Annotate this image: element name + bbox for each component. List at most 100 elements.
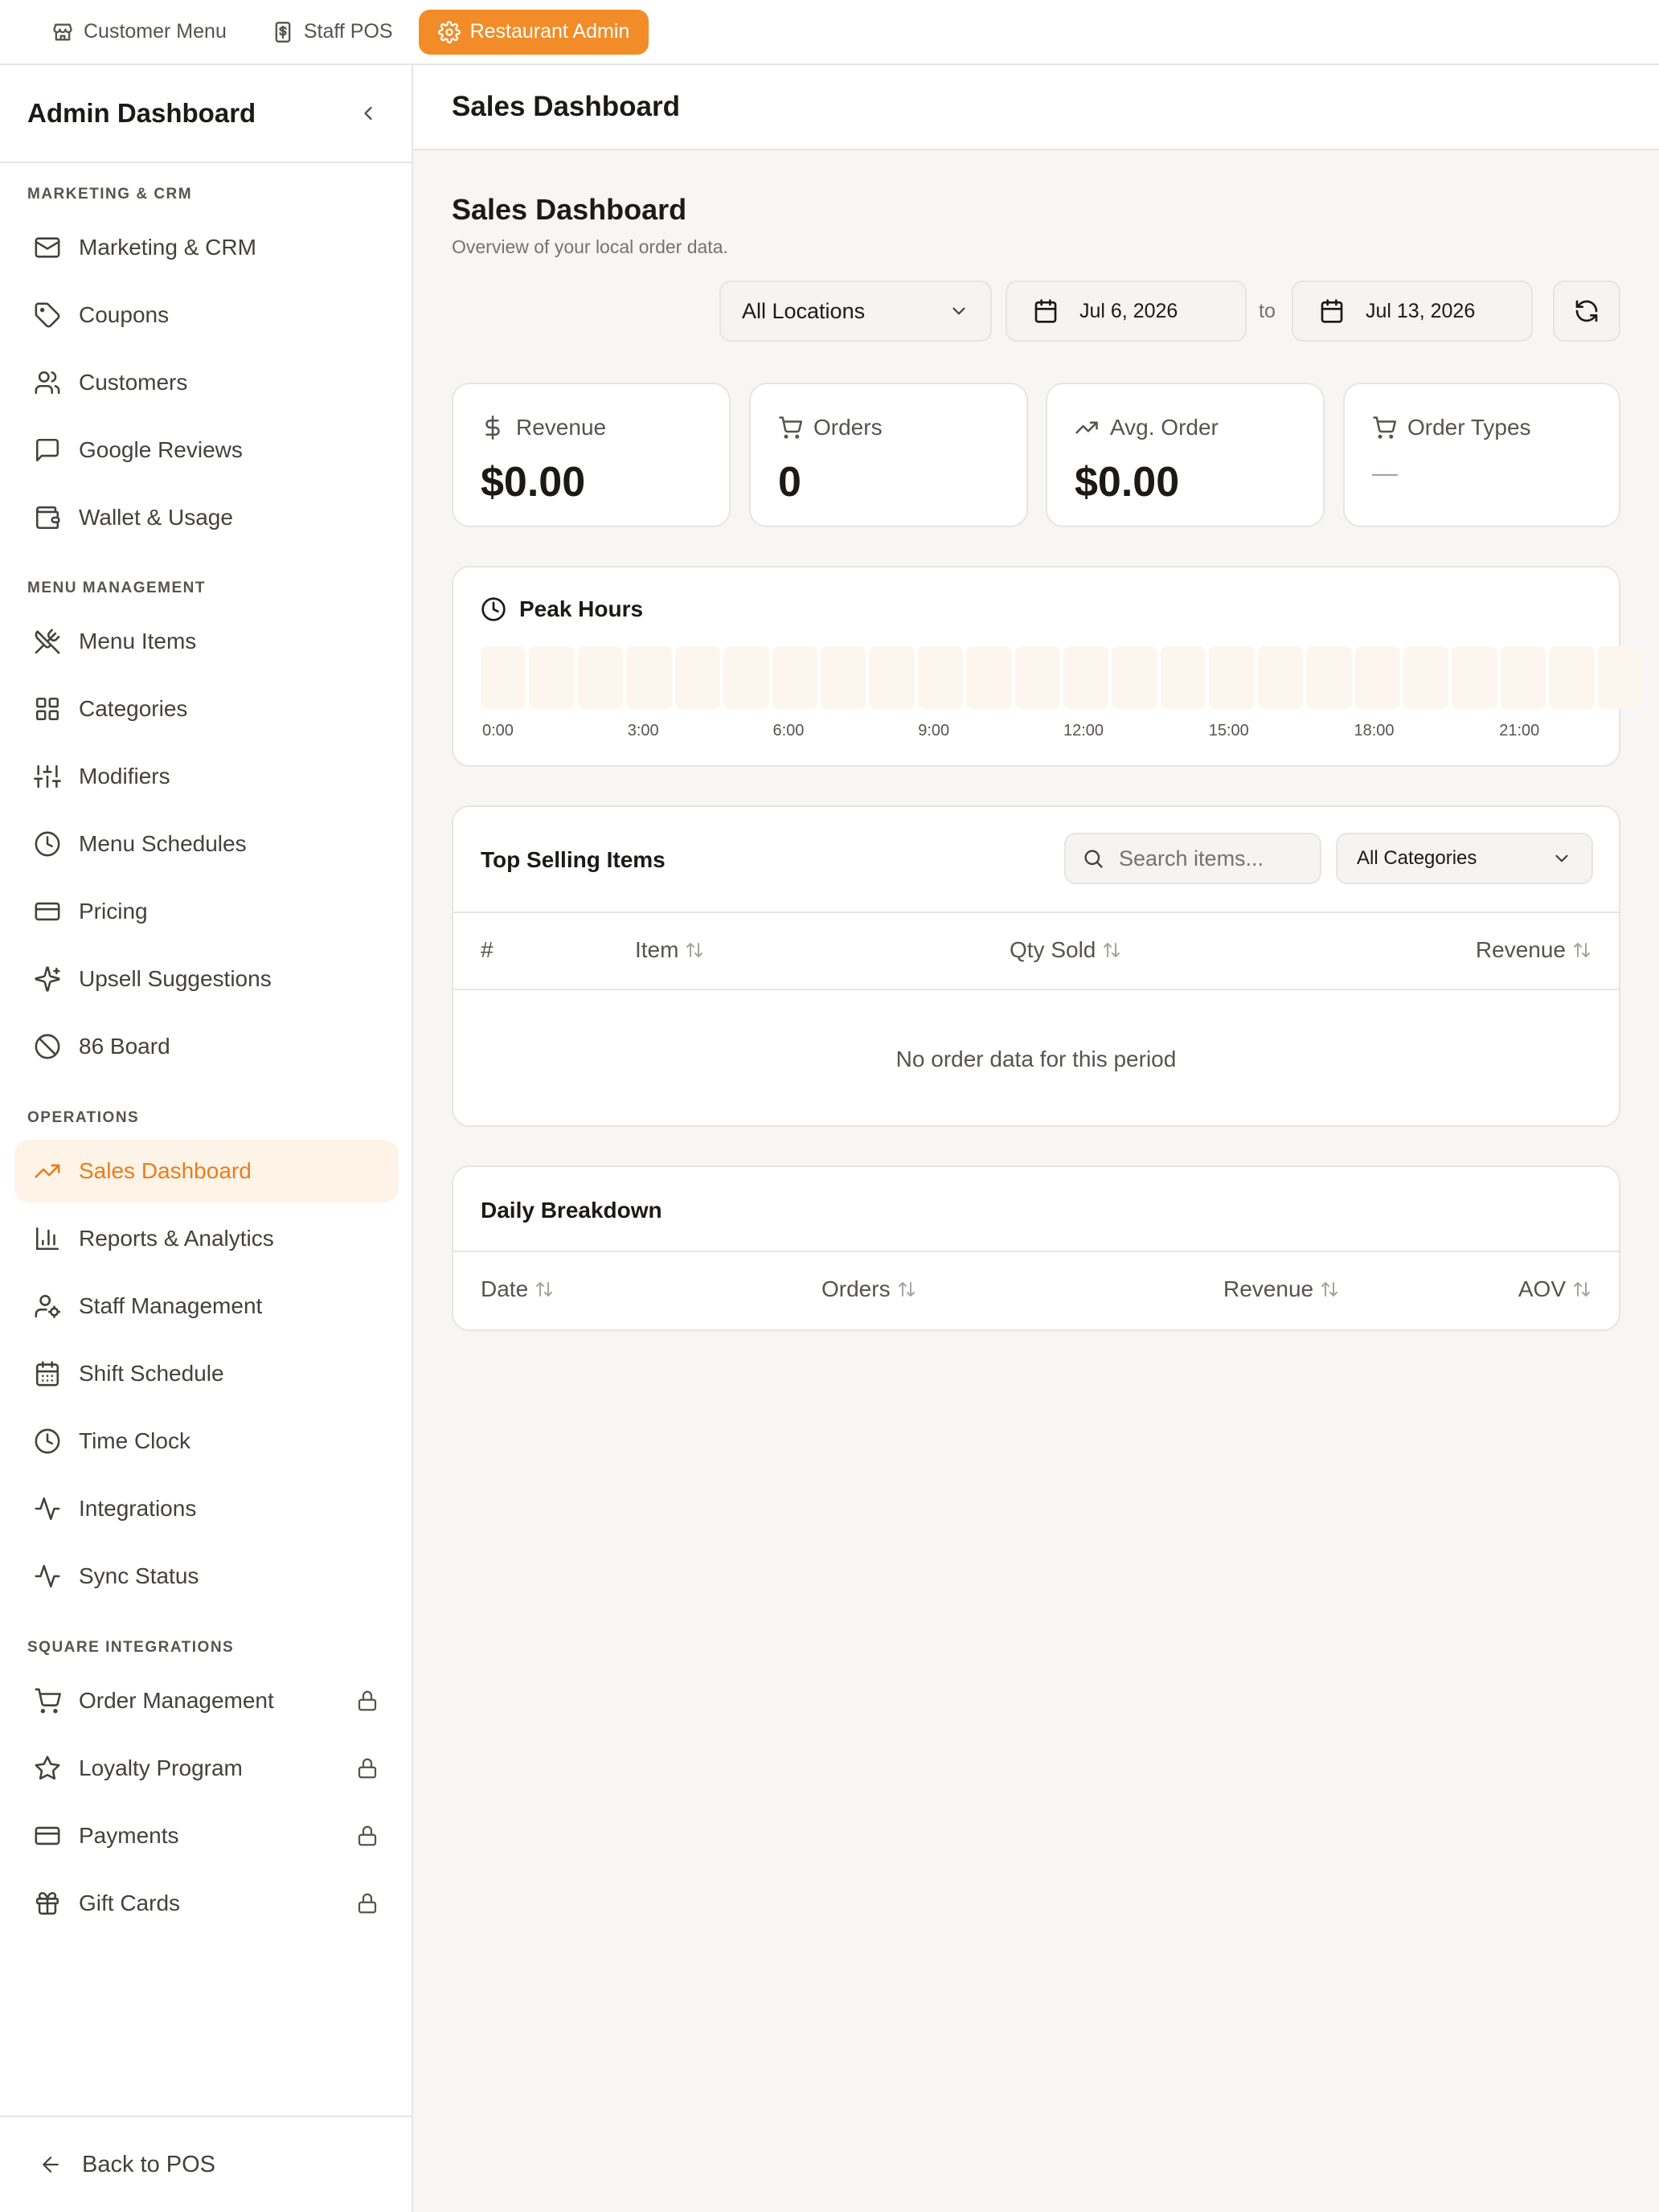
- sidebar-item-reports-analytics[interactable]: Reports & Analytics: [14, 1207, 399, 1270]
- sidebar-item-integrations[interactable]: Integrations: [14, 1477, 399, 1540]
- hour-bar: [1160, 646, 1206, 709]
- utensils-crossed-icon: [35, 629, 60, 654]
- sidebar-item-payments[interactable]: Payments: [14, 1804, 399, 1867]
- column-header-date[interactable]: Date: [481, 1276, 554, 1302]
- hour-bar: [577, 646, 624, 709]
- cart-icon: [1373, 416, 1396, 439]
- sidebar-item-label: Pricing: [79, 899, 148, 924]
- refresh-button[interactable]: [1553, 281, 1620, 342]
- sidebar-item-label: Menu Schedules: [79, 831, 247, 856]
- sidebar: Admin Dashboard MARKETING & CRM MENU MAN…: [0, 65, 413, 2212]
- column-header-label: Item: [635, 937, 679, 962]
- stat-label-orders: Orders: [778, 415, 883, 440]
- location-select[interactable]: All Locations: [719, 281, 992, 342]
- daily-breakdown-title: Daily Breakdown: [481, 1198, 662, 1223]
- start-date-picker[interactable]: Jul 6, 2026: [1006, 281, 1247, 342]
- sidebar-title: Admin Dashboard: [27, 98, 256, 128]
- sidebar-item-sync-status[interactable]: Sync Status: [14, 1545, 399, 1608]
- column-header-label: AOV: [1518, 1276, 1566, 1301]
- hour-label: 6:00: [772, 722, 805, 739]
- sidebar-item-categories[interactable]: Categories: [14, 678, 399, 740]
- sidebar-item-sales-dashboard[interactable]: Sales Dashboard: [14, 1140, 399, 1202]
- clock-icon: [35, 1428, 60, 1454]
- tab-label: Customer Menu: [84, 20, 227, 43]
- sidebar-item-label: Shift Schedule: [79, 1361, 224, 1386]
- hour-bar: [1403, 646, 1449, 709]
- sidebar-item-label: Gift Cards: [79, 1890, 181, 1915]
- lock-icon: [358, 1758, 377, 1779]
- stat-label-text: Revenue: [516, 415, 607, 440]
- main-header: Sales Dashboard: [413, 65, 1659, 150]
- hour-bar: [1014, 646, 1061, 709]
- sidebar-item-86-board[interactable]: 86 Board: [14, 1015, 399, 1078]
- search-icon: [1084, 850, 1103, 868]
- sidebar-item-pricing[interactable]: Pricing: [14, 880, 399, 943]
- mail-icon: [35, 237, 60, 258]
- sidebar-item-label: Upsell Suggestions: [79, 966, 272, 991]
- sidebar-item-customers[interactable]: Customers: [14, 351, 399, 414]
- refresh-icon: [1575, 300, 1598, 322]
- hour-bar: [481, 646, 526, 709]
- peak-hours-heading: Peak Hours: [481, 596, 643, 622]
- sidebar-item-label: Staff Management: [79, 1293, 263, 1318]
- dollar-icon: [485, 416, 500, 440]
- end-date-value: Jul 13, 2026: [1366, 299, 1476, 322]
- tab-staff-pos[interactable]: Staff POS: [252, 10, 412, 55]
- ban-icon: [35, 1034, 60, 1059]
- stat-value-order-types: —: [1372, 458, 1398, 487]
- gear-icon: [437, 20, 461, 43]
- activity-icon: [35, 1564, 60, 1588]
- sidebar-item-label: Integrations: [79, 1496, 197, 1521]
- hour-bar: [1500, 646, 1546, 709]
- top-selling-card: Top Selling Items Search items... All Ca…: [452, 805, 1620, 1127]
- sidebar-item-menu-items[interactable]: Menu Items: [14, 610, 399, 673]
- hour-bar: [626, 646, 672, 709]
- column-header-aov[interactable]: AOV: [1518, 1276, 1591, 1302]
- collapse-sidebar-button[interactable]: [357, 102, 379, 125]
- sidebar-item-order-management[interactable]: Order Management: [14, 1669, 399, 1732]
- end-date-picker[interactable]: Jul 13, 2026: [1292, 281, 1533, 342]
- chevron-down-icon: [952, 307, 965, 315]
- hour-bar: [1112, 646, 1157, 709]
- tab-restaurant-admin[interactable]: Restaurant Admin: [418, 9, 649, 55]
- sidebar-item-menu-schedules[interactable]: Menu Schedules: [14, 813, 399, 875]
- sidebar-item-wallet-usage[interactable]: Wallet & Usage: [14, 486, 399, 549]
- stat-label-text: Orders: [813, 415, 883, 440]
- sort-icon: [1321, 1282, 1338, 1296]
- top-selling-title: Top Selling Items: [481, 847, 666, 872]
- column-header-revenue[interactable]: Revenue: [1476, 937, 1591, 963]
- sidebar-item-modifiers[interactable]: Modifiers: [14, 745, 399, 808]
- item-search-input[interactable]: Search items...: [1064, 833, 1321, 884]
- back-to-pos-button[interactable]: Back to POS: [0, 2116, 412, 2212]
- sidebar-item-gift-cards[interactable]: Gift Cards: [14, 1872, 399, 1935]
- tab-customer-menu[interactable]: Customer Menu: [32, 10, 246, 55]
- empty-state-message: No order data for this period: [895, 1047, 1177, 1071]
- sidebar-item-time-clock[interactable]: Time Clock: [14, 1410, 399, 1473]
- chevron-down-icon: [1555, 854, 1568, 862]
- hour-label: 12:00: [1063, 722, 1104, 739]
- column-header-label: Qty Sold: [1010, 937, 1096, 962]
- column-header-revenue[interactable]: Revenue: [1223, 1276, 1339, 1302]
- stat-label-avg-order: Avg. Order: [1075, 415, 1219, 440]
- column-header-qty-sold[interactable]: Qty Sold: [1010, 937, 1121, 963]
- sidebar-item-staff-management[interactable]: Staff Management: [14, 1275, 399, 1337]
- tab-label: Staff POS: [303, 20, 393, 43]
- sidebar-item-google-reviews[interactable]: Google Reviews: [14, 419, 399, 481]
- column-header-orders[interactable]: Orders: [821, 1276, 916, 1302]
- location-select-value: All Locations: [742, 298, 866, 323]
- calendar-icon: [1321, 299, 1343, 323]
- back-to-pos-label: Back to POS: [82, 2151, 216, 2177]
- sidebar-item-coupons[interactable]: Coupons: [14, 284, 399, 346]
- date-range-separator: to: [1259, 300, 1276, 322]
- sidebar-item-shift-schedule[interactable]: Shift Schedule: [14, 1342, 399, 1405]
- sidebar-item-upsell-suggestions[interactable]: Upsell Suggestions: [14, 948, 399, 1010]
- lock-icon: [358, 1690, 377, 1711]
- tag-icon: [35, 302, 60, 328]
- column-header-item[interactable]: Item: [635, 937, 704, 963]
- category-select[interactable]: All Categories: [1336, 833, 1593, 884]
- grid-icon: [35, 697, 59, 721]
- sidebar-item-marketing-crm[interactable]: Marketing & CRM: [14, 216, 399, 279]
- trending-up-icon: [35, 1164, 60, 1178]
- sliders-icon: [34, 764, 61, 789]
- sidebar-item-loyalty-program[interactable]: Loyalty Program: [14, 1737, 399, 1800]
